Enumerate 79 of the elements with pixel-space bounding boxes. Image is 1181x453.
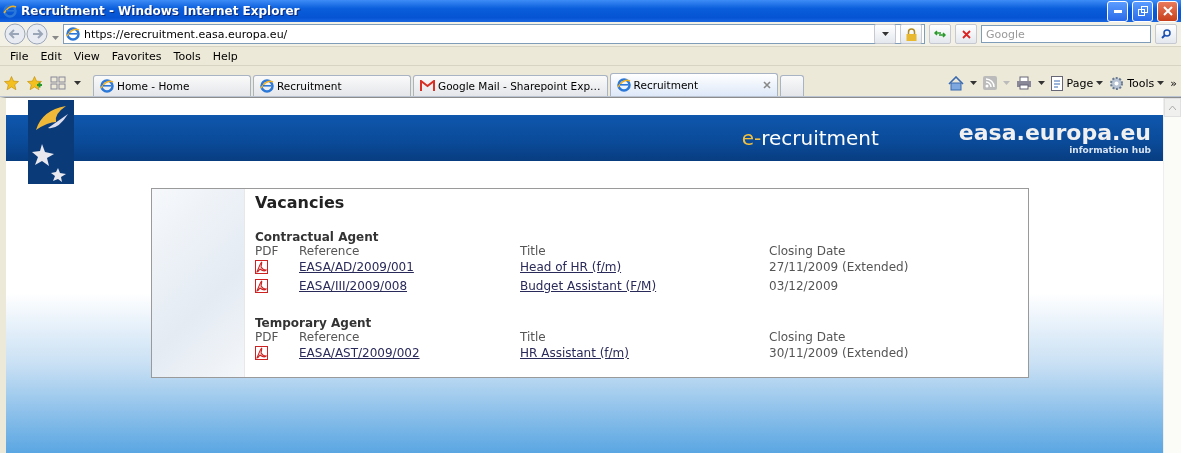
column-header: Closing Date — [769, 330, 847, 344]
column-header: Reference — [299, 330, 361, 344]
tagline: information hub — [1069, 145, 1151, 155]
column-header: Closing Date — [769, 244, 847, 258]
pdf-icon[interactable] — [255, 279, 268, 293]
caret-icon[interactable] — [881, 32, 889, 36]
restore-icon[interactable] — [1137, 6, 1148, 16]
search-button[interactable] — [1155, 24, 1177, 44]
caret-icon[interactable] — [74, 81, 81, 85]
caret-icon[interactable] — [1096, 81, 1104, 85]
column-header: PDF — [255, 244, 280, 258]
caret-icon[interactable] — [1037, 81, 1045, 85]
page-heading: Vacancies — [255, 193, 346, 212]
browser-icon — [3, 4, 17, 18]
app-name: e-recruitment — [741, 126, 879, 150]
logo-icon — [28, 100, 74, 184]
refresh-button[interactable] — [929, 24, 951, 44]
closing-date: 27/11/2009 (Extended) — [769, 260, 910, 276]
caret-icon[interactable] — [1157, 81, 1165, 85]
column-header: Title — [520, 330, 547, 344]
stop-button[interactable] — [955, 24, 977, 44]
url-text: https://erecruitment.easa.europa.eu/ — [84, 27, 289, 41]
browser-icon — [616, 78, 631, 92]
star-icon[interactable] — [4, 75, 19, 91]
window-title: Recruitment - Windows Internet Explorer — [21, 4, 301, 18]
closing-date: 30/11/2009 (Extended) — [769, 346, 910, 362]
closing-date: 03/12/2009 — [769, 279, 840, 295]
search-icon[interactable] — [1161, 29, 1171, 39]
section-title: Contractual Agent — [255, 230, 380, 244]
vacancy-title-link[interactable]: Head of HR (f/m) — [520, 260, 622, 277]
column-header: PDF — [255, 330, 280, 344]
menu-item[interactable]: View — [67, 49, 106, 63]
dropdown-button[interactable] — [874, 24, 896, 44]
reference-link[interactable]: EASA/AST/2009/002 — [299, 346, 420, 363]
search-field[interactable]: Google — [981, 25, 1151, 43]
command-menu[interactable]: Tools — [1109, 75, 1165, 91]
browser-tab[interactable]: Google Mail - Sharepoint Exp… — [413, 75, 608, 96]
page-icon — [1050, 75, 1064, 91]
menu-item[interactable]: Tools — [167, 49, 207, 63]
print-icon[interactable] — [1015, 76, 1032, 90]
menu-item[interactable]: Help — [206, 49, 244, 63]
menu-item[interactable]: Edit — [34, 49, 68, 63]
column-header: Title — [520, 244, 547, 258]
scrollbar[interactable] — [1163, 98, 1181, 453]
minimize-icon[interactable] — [1113, 9, 1122, 13]
section-title: Temporary Agent — [255, 316, 373, 330]
add-favorite-icon[interactable] — [27, 75, 42, 91]
browser-tab[interactable]: Recruitment — [609, 73, 778, 96]
browser-icon — [260, 79, 274, 93]
gear-icon — [1109, 75, 1125, 91]
stop-icon[interactable] — [961, 29, 971, 39]
pdf-icon[interactable] — [255, 346, 268, 360]
reference-link[interactable]: EASA/AD/2009/001 — [299, 260, 414, 277]
home-icon[interactable] — [947, 75, 964, 91]
restore-button[interactable] — [1132, 0, 1153, 22]
caret-icon[interactable] — [969, 81, 977, 85]
browser-icon — [100, 79, 114, 93]
browser-tab[interactable]: Recruitment — [253, 75, 411, 96]
vacancy-title-link[interactable]: Budget Assistant (F/M) — [520, 279, 657, 296]
menu-item[interactable]: Favorites — [105, 49, 168, 63]
site-name: easa.europa.eu — [958, 121, 1151, 145]
close-icon[interactable] — [1162, 6, 1173, 16]
mail-icon — [420, 80, 435, 92]
overflow-chevron[interactable]: » — [1170, 76, 1177, 90]
lock-button[interactable] — [900, 24, 922, 44]
minimize-button[interactable] — [1107, 0, 1128, 22]
vacancy-title-link[interactable]: HR Assistant (f/m) — [520, 346, 629, 363]
pdf-icon[interactable] — [255, 260, 268, 274]
close-tab-icon[interactable] — [762, 81, 771, 89]
menu-item[interactable]: File — [4, 49, 35, 63]
browser-icon — [66, 27, 80, 41]
address-field[interactable]: https://erecruitment.easa.europa.eu/ — [63, 24, 925, 44]
refresh-icon[interactable] — [934, 29, 946, 39]
column-header: Reference — [299, 244, 361, 258]
reference-link[interactable]: EASA/III/2009/008 — [299, 279, 408, 296]
command-menu[interactable]: Page — [1050, 75, 1104, 91]
browser-tab[interactable]: Home - Home — [93, 75, 251, 96]
close-button[interactable] — [1157, 0, 1178, 22]
lock-icon[interactable] — [905, 27, 917, 41]
